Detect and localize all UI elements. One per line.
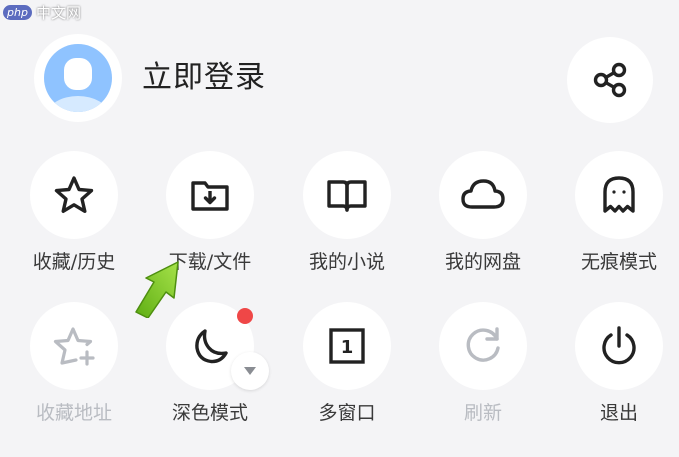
menu-item-incognito[interactable]: 无痕模式 <box>554 151 679 301</box>
refresh-icon <box>466 327 500 362</box>
menu-item-circle[interactable] <box>439 302 527 390</box>
notification-dot <box>237 308 253 324</box>
moon-icon <box>195 329 228 364</box>
menu-item-circle[interactable] <box>166 151 254 239</box>
menu-item-circle[interactable] <box>575 151 663 239</box>
menu-item-circle[interactable]: 1 <box>303 302 391 390</box>
menu-item-label: 多窗口 <box>318 402 376 424</box>
download-folder-icon <box>191 181 229 211</box>
book-icon <box>327 180 367 212</box>
menu-item-cloud-drive[interactable]: 我的网盘 <box>418 151 548 301</box>
window-count-icon: 1 <box>329 328 365 364</box>
star-add-icon <box>53 327 95 366</box>
annotation-arrow-icon <box>135 261 179 318</box>
menu-item-label: 深色模式 <box>171 402 248 424</box>
share-button[interactable] <box>567 37 653 123</box>
menu-item-multi-window[interactable]: 1 多窗口 <box>282 302 412 452</box>
menu-item-label: 收藏地址 <box>35 402 112 424</box>
triangle-down-icon <box>244 367 256 375</box>
menu-item-label: 我的小说 <box>308 251 385 273</box>
account-header: 立即登录 <box>0 0 679 150</box>
menu-item-label: 退出 <box>599 402 638 424</box>
menu-item-label: 我的网盘 <box>444 251 521 273</box>
menu-item-refresh[interactable]: 刷新 <box>418 302 548 452</box>
power-icon <box>602 326 636 365</box>
ghost-icon <box>603 176 635 213</box>
menu-item-label: 无痕模式 <box>580 251 657 273</box>
menu-item-circle[interactable] <box>303 151 391 239</box>
menu-item-exit[interactable]: 退出 <box>554 302 679 452</box>
menu-item-favorites-history[interactable]: 收藏/历史 <box>9 151 139 301</box>
menu-item-circle[interactable] <box>30 151 118 239</box>
menu-item-my-novels[interactable]: 我的小说 <box>282 151 412 301</box>
share-icon <box>593 62 627 98</box>
menu-item-add-bookmark[interactable]: 收藏地址 <box>9 302 139 452</box>
cloud-icon <box>461 179 505 209</box>
menu-item-circle[interactable] <box>30 302 118 390</box>
star-icon <box>54 176 94 213</box>
menu-item-label: 收藏/历史 <box>32 251 116 273</box>
menu-item-circle[interactable] <box>575 302 663 390</box>
default-avatar-icon <box>44 44 112 112</box>
menu-item-label: 刷新 <box>463 402 502 424</box>
menu-item-dark-mode[interactable]: 深色模式 <box>145 302 275 452</box>
avatar[interactable] <box>34 34 122 122</box>
menu-item-circle[interactable] <box>439 151 527 239</box>
dark-mode-dropdown[interactable] <box>231 352 269 390</box>
window-count: 1 <box>341 337 354 358</box>
login-button[interactable]: 立即登录 <box>142 60 266 96</box>
